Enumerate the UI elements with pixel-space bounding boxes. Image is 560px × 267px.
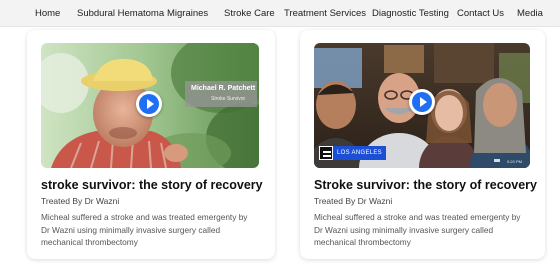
- video-thumbnail[interactable]: Michael R. Patchett Stroke Survivor: [41, 43, 259, 168]
- caption-role: Stroke Survivor: [211, 96, 246, 102]
- play-button[interactable]: [409, 89, 435, 115]
- nav-item-contact-us[interactable]: Contact Us: [457, 0, 504, 27]
- play-icon: [412, 92, 432, 112]
- hd-icon: [494, 159, 500, 162]
- top-navbar: Home Subdural Hematoma Migraines Stroke …: [0, 0, 560, 27]
- nav-item-stroke-care[interactable]: Stroke Care: [224, 0, 275, 27]
- nav-item-media[interactable]: Media: [517, 0, 543, 27]
- video-name-caption: Michael R. Patchett Stroke Survivor: [185, 81, 257, 107]
- video-card: LOS ANGELES 5:20 PM Stroke survivor: the…: [300, 30, 545, 259]
- station-icon: [319, 146, 333, 160]
- news-station-logo: LOS ANGELES: [319, 146, 386, 160]
- play-button[interactable]: [136, 91, 162, 117]
- nav-item-diagnostic-testing[interactable]: Diagnostic Testing: [372, 0, 449, 27]
- card-description: Micheal suffered a stroke and was treate…: [41, 212, 248, 247]
- video-timestamp: 5:20 PM: [507, 159, 522, 164]
- play-icon: [139, 94, 159, 114]
- card-title[interactable]: stroke survivor: the story of recovery: [41, 178, 263, 192]
- card-subtitle: Treated By Dr Wazni: [41, 196, 120, 206]
- card-description: Micheal suffered a stroke and was treate…: [314, 212, 521, 247]
- nav-item-migraines[interactable]: Migraines: [167, 0, 208, 27]
- video-card: Michael R. Patchett Stroke Survivor stro…: [27, 30, 275, 259]
- video-thumbnail[interactable]: LOS ANGELES 5:20 PM: [314, 43, 530, 168]
- caption-name: Michael R. Patchett: [191, 85, 256, 92]
- card-subtitle: Treated By Dr Wazni: [314, 196, 393, 206]
- nav-item-home[interactable]: Home: [35, 0, 60, 27]
- station-label: LOS ANGELES: [333, 146, 386, 160]
- card-title[interactable]: Stroke survivor: the story of recovery: [314, 178, 537, 192]
- nav-item-treatment-services[interactable]: Treatment Services: [284, 0, 366, 27]
- nav-item-subdural-hematoma[interactable]: Subdural Hematoma: [77, 0, 164, 27]
